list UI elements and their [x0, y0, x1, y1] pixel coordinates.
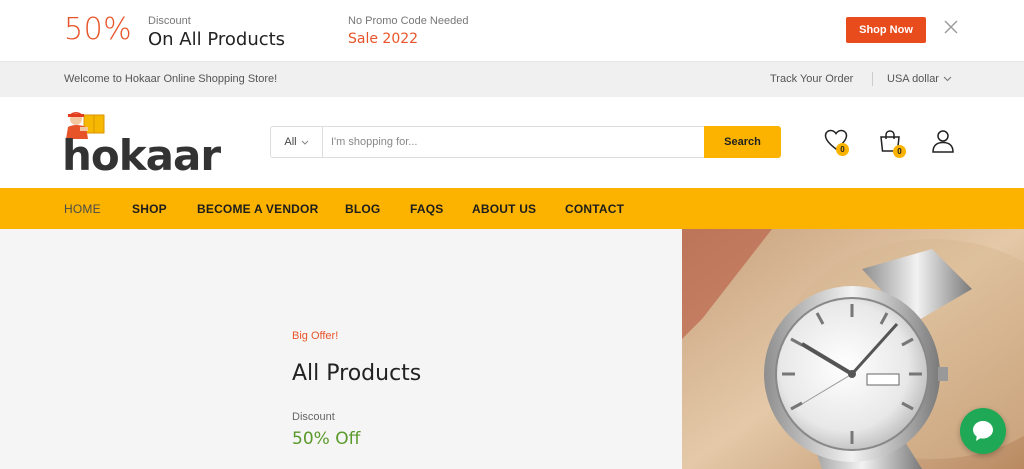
- promo-sale-text: Sale 2022: [348, 31, 419, 47]
- promo-bar: 50% Discount On All Products No Promo Co…: [0, 0, 1024, 61]
- divider: [872, 72, 873, 86]
- chevron-down-icon: [301, 138, 309, 147]
- nav-item-become-vendor[interactable]: BECOME A VENDOR: [197, 202, 318, 216]
- chat-button[interactable]: [960, 408, 1006, 454]
- currency-label: USA dollar: [887, 73, 939, 85]
- promo-discount-text: On All Products: [148, 29, 286, 50]
- nav-item-home[interactable]: HOME: [64, 202, 101, 216]
- chat-bubble-icon: [973, 421, 993, 441]
- top-bar: Welcome to Hokaar Online Shopping Store!…: [0, 61, 1024, 97]
- account-button[interactable]: [931, 129, 957, 155]
- main-nav: HOME SHOP BECOME A VENDOR BLOG FAQS ABOU…: [0, 188, 1024, 229]
- site-logo[interactable]: hokaar: [62, 109, 222, 180]
- search-bar: All Search: [270, 126, 781, 158]
- user-icon: [932, 130, 954, 153]
- hero-title: All Products: [292, 361, 422, 386]
- nav-item-about-us[interactable]: ABOUT US: [472, 202, 536, 216]
- search-button[interactable]: Search: [704, 126, 781, 158]
- currency-selector[interactable]: USA dollar: [887, 73, 952, 85]
- nav-item-shop[interactable]: SHOP: [132, 202, 167, 216]
- close-icon[interactable]: [942, 19, 960, 37]
- hero-tag: Big Offer!: [292, 330, 339, 342]
- nav-item-blog[interactable]: BLOG: [345, 202, 380, 216]
- search-category-select[interactable]: All: [271, 127, 323, 157]
- wishlist-button[interactable]: 0: [824, 129, 850, 156]
- wishlist-count-badge: 0: [836, 143, 849, 156]
- promo-discount-label: Discount: [148, 15, 191, 27]
- nav-item-contact[interactable]: CONTACT: [565, 202, 624, 216]
- hero-discount-label: Discount: [292, 411, 335, 423]
- promo-code-label: No Promo Code Needed: [348, 15, 469, 27]
- welcome-message: Welcome to Hokaar Online Shopping Store!: [64, 73, 278, 85]
- search-input[interactable]: [331, 127, 701, 157]
- hero-banner: Big Offer! All Products Discount 50% Off: [0, 229, 1024, 469]
- cart-count-badge: 0: [893, 145, 906, 158]
- track-order-link[interactable]: Track Your Order: [770, 73, 853, 85]
- hero-discount-value: 50% Off: [292, 429, 361, 449]
- logo-text: hokaar: [62, 131, 221, 180]
- nav-item-faqs[interactable]: FAQS: [410, 202, 443, 216]
- promo-percent: 50%: [64, 12, 133, 47]
- shop-now-button[interactable]: Shop Now: [846, 17, 926, 43]
- search-category-label: All: [284, 136, 297, 148]
- cart-button[interactable]: 0: [878, 129, 906, 158]
- chevron-down-icon: [943, 74, 952, 84]
- site-header: hokaar All Search 0 0: [0, 97, 1024, 188]
